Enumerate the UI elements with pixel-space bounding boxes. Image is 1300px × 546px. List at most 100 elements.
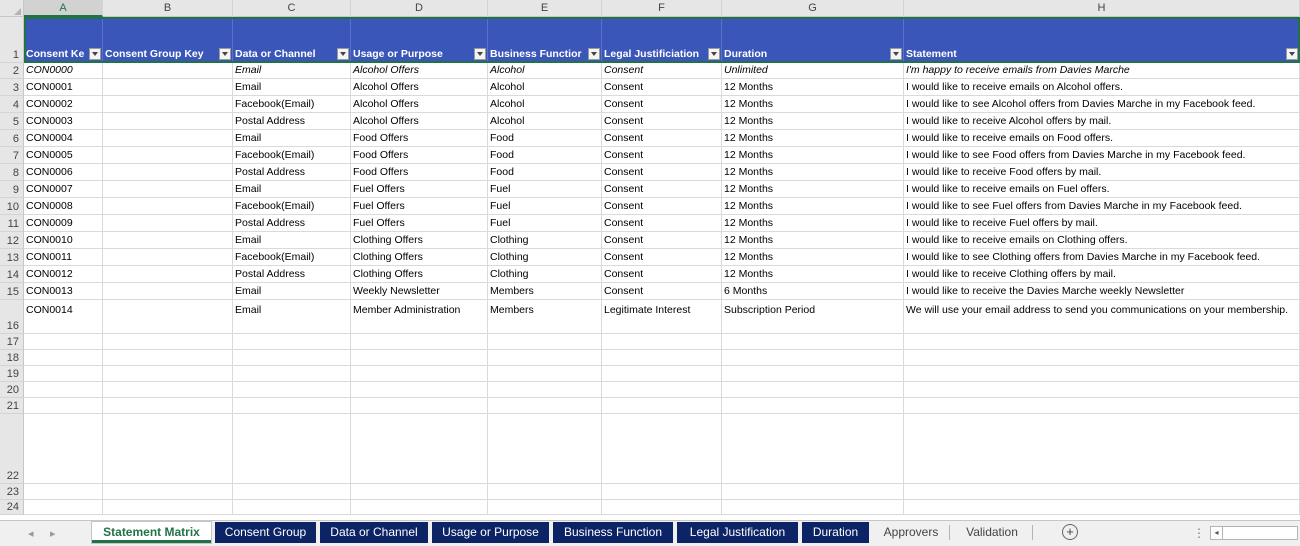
header-cell[interactable]: Consent Ke xyxy=(24,17,103,62)
table-cell[interactable]: I would like to receive emails on Fuel o… xyxy=(904,181,1300,197)
table-cell[interactable]: Members xyxy=(488,300,602,333)
filter-dropdown-icon[interactable] xyxy=(708,48,720,60)
table-cell[interactable]: Fuel xyxy=(488,198,602,214)
table-cell[interactable]: Fuel xyxy=(488,181,602,197)
header-cell[interactable]: Statement xyxy=(904,17,1300,62)
select-all-corner[interactable] xyxy=(0,0,24,17)
table-cell[interactable] xyxy=(103,398,233,413)
sheet-tab[interactable]: Legal Justification xyxy=(677,522,798,543)
table-cell[interactable]: 12 Months xyxy=(722,249,904,265)
row-header[interactable]: 10 xyxy=(0,198,24,215)
column-header-a[interactable]: A xyxy=(24,0,103,17)
table-cell[interactable] xyxy=(351,366,488,381)
table-cell[interactable]: Consent xyxy=(602,96,722,112)
table-cell[interactable]: I'm happy to receive emails from Davies … xyxy=(904,63,1300,78)
table-cell[interactable] xyxy=(904,366,1300,381)
row-header[interactable]: 5 xyxy=(0,113,24,130)
table-cell[interactable]: I would like to see Fuel offers from Dav… xyxy=(904,198,1300,214)
table-cell[interactable] xyxy=(233,334,351,349)
column-header-d[interactable]: D xyxy=(351,0,488,17)
table-cell[interactable] xyxy=(103,266,233,282)
table-cell[interactable]: Consent xyxy=(602,198,722,214)
table-cell[interactable]: Facebook(Email) xyxy=(233,249,351,265)
table-cell[interactable]: Clothing xyxy=(488,266,602,282)
header-cell[interactable]: Business Functior xyxy=(488,17,602,62)
table-cell[interactable]: CON0002 xyxy=(24,96,103,112)
row-header[interactable]: 13 xyxy=(0,249,24,266)
table-cell[interactable]: 12 Months xyxy=(722,130,904,146)
table-cell[interactable]: CON0007 xyxy=(24,181,103,197)
table-cell[interactable]: Email xyxy=(233,300,351,333)
table-cell[interactable] xyxy=(103,96,233,112)
row-header[interactable]: 4 xyxy=(0,96,24,113)
table-cell[interactable]: Facebook(Email) xyxy=(233,96,351,112)
row-header[interactable]: 16 xyxy=(0,300,24,334)
header-cell[interactable]: Duration xyxy=(722,17,904,62)
table-cell[interactable]: Fuel xyxy=(488,215,602,231)
table-cell[interactable]: CON0012 xyxy=(24,266,103,282)
table-cell[interactable]: Weekly Newsletter xyxy=(351,283,488,299)
table-cell[interactable]: CON0001 xyxy=(24,79,103,95)
table-cell[interactable]: Consent xyxy=(602,181,722,197)
table-cell[interactable]: Alcohol xyxy=(488,96,602,112)
table-cell[interactable]: Member Administration xyxy=(351,300,488,333)
table-cell[interactable]: Consent xyxy=(602,79,722,95)
table-cell[interactable]: 6 Months xyxy=(722,283,904,299)
table-cell[interactable]: Fuel Offers xyxy=(351,181,488,197)
table-cell[interactable]: Fuel Offers xyxy=(351,198,488,214)
row-header[interactable]: 18 xyxy=(0,350,24,366)
table-cell[interactable]: 12 Months xyxy=(722,181,904,197)
table-cell[interactable]: Facebook(Email) xyxy=(233,198,351,214)
header-cell[interactable]: Usage or Purpose xyxy=(351,17,488,62)
table-cell[interactable]: 12 Months xyxy=(722,215,904,231)
table-cell[interactable] xyxy=(488,414,602,483)
table-cell[interactable] xyxy=(103,382,233,397)
table-cell[interactable]: CON0011 xyxy=(24,249,103,265)
column-header-b[interactable]: B xyxy=(103,0,233,17)
filter-dropdown-icon[interactable] xyxy=(588,48,600,60)
table-cell[interactable]: I would like to see Alcohol offers from … xyxy=(904,96,1300,112)
table-cell[interactable]: Food Offers xyxy=(351,147,488,163)
table-cell[interactable]: 12 Months xyxy=(722,96,904,112)
row-header[interactable]: 17 xyxy=(0,334,24,350)
header-cell[interactable]: Legal Justificiation xyxy=(602,17,722,62)
table-cell[interactable]: Alcohol Offers xyxy=(351,79,488,95)
table-cell[interactable] xyxy=(103,249,233,265)
table-cell[interactable] xyxy=(488,484,602,499)
row-header[interactable]: 22 xyxy=(0,414,24,484)
table-cell[interactable] xyxy=(103,366,233,381)
row-header[interactable]: 7 xyxy=(0,147,24,164)
table-cell[interactable] xyxy=(233,484,351,499)
table-cell[interactable]: Alcohol xyxy=(488,79,602,95)
table-cell[interactable] xyxy=(24,382,103,397)
table-cell[interactable]: Food Offers xyxy=(351,164,488,180)
table-cell[interactable]: Email xyxy=(233,181,351,197)
table-cell[interactable] xyxy=(488,334,602,349)
sheet-tab[interactable]: Usage or Purpose xyxy=(432,522,549,543)
table-cell[interactable]: Email xyxy=(233,283,351,299)
table-cell[interactable] xyxy=(351,350,488,365)
table-cell[interactable]: CON0009 xyxy=(24,215,103,231)
table-cell[interactable]: Subscription Period xyxy=(722,300,904,333)
table-cell[interactable]: CON0006 xyxy=(24,164,103,180)
table-cell[interactable]: CON0004 xyxy=(24,130,103,146)
table-cell[interactable] xyxy=(904,382,1300,397)
table-cell[interactable] xyxy=(722,484,904,499)
table-cell[interactable]: CON0008 xyxy=(24,198,103,214)
table-cell[interactable] xyxy=(722,500,904,514)
worksheet-grid[interactable]: Consent Ke Consent Group Key Data or Chann… xyxy=(24,17,1300,517)
table-cell[interactable]: Consent xyxy=(602,249,722,265)
table-cell[interactable] xyxy=(722,414,904,483)
scroll-left-icon[interactable]: ◂ xyxy=(1211,527,1223,539)
table-cell[interactable] xyxy=(233,398,351,413)
table-cell[interactable]: I would like to receive emails on Clothi… xyxy=(904,232,1300,248)
table-cell[interactable] xyxy=(103,414,233,483)
table-cell[interactable]: Alcohol Offers xyxy=(351,96,488,112)
table-cell[interactable] xyxy=(103,232,233,248)
table-cell[interactable]: I would like to receive Alcohol offers b… xyxy=(904,113,1300,129)
table-cell[interactable] xyxy=(904,414,1300,483)
table-cell[interactable]: Clothing Offers xyxy=(351,249,488,265)
table-cell[interactable]: Consent xyxy=(602,215,722,231)
table-cell[interactable]: Postal Address xyxy=(233,215,351,231)
table-cell[interactable]: CON0013 xyxy=(24,283,103,299)
